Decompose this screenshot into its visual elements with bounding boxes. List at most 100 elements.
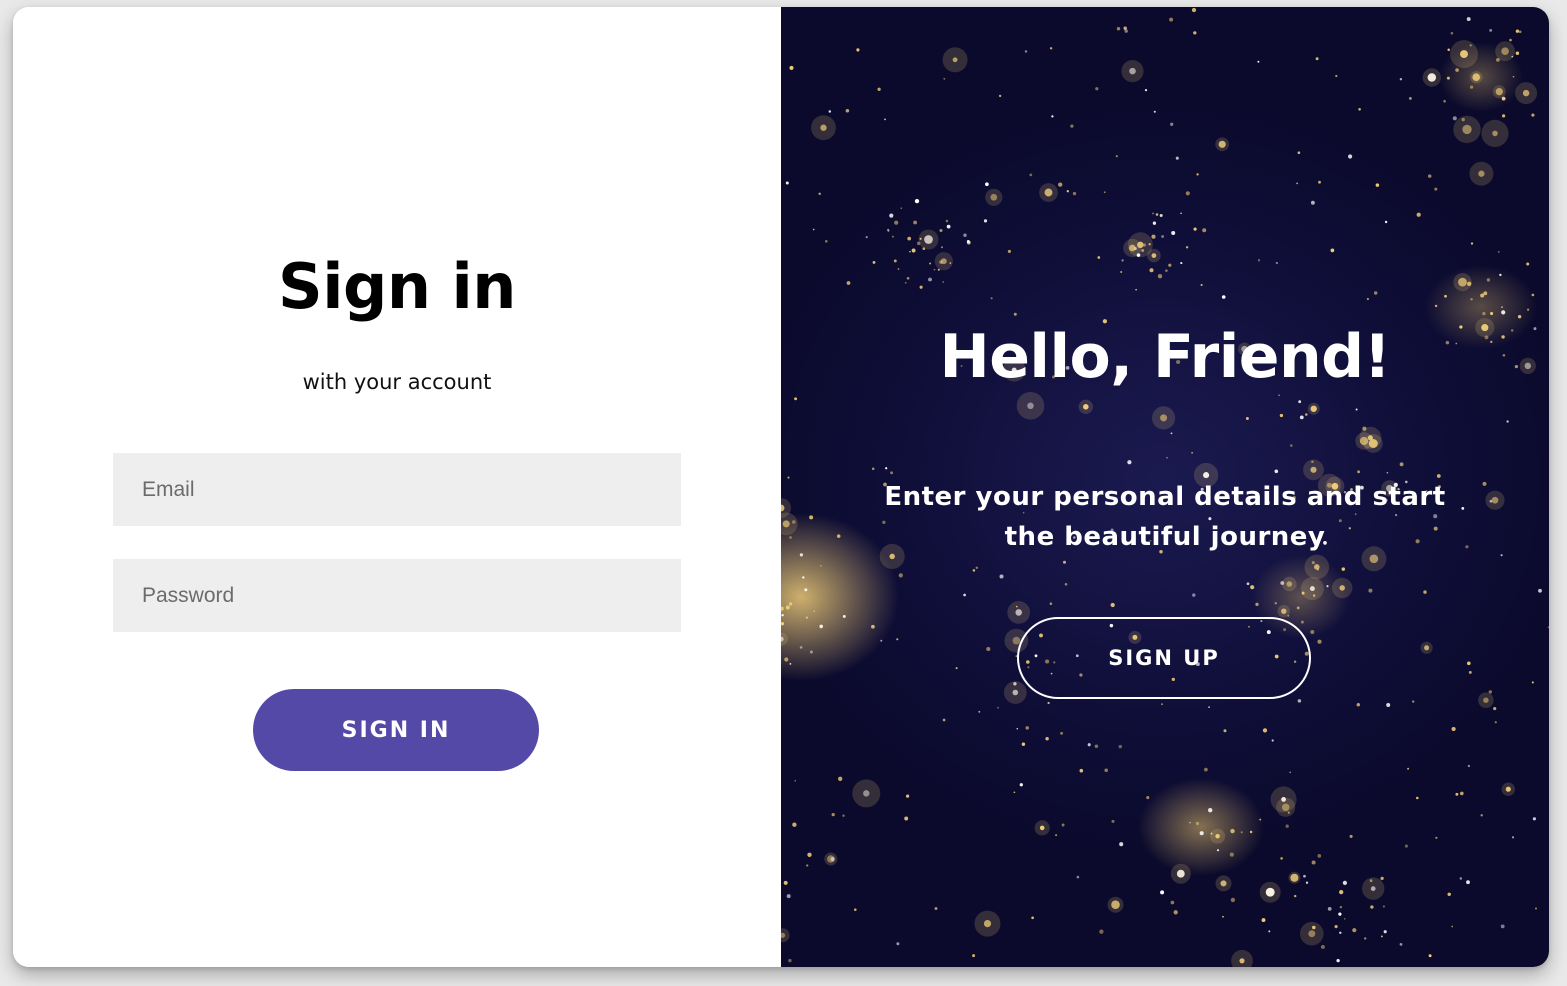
city-light — [1435, 836, 1438, 839]
city-light — [997, 706, 999, 709]
city-light — [1518, 30, 1522, 34]
sign-up-button[interactable]: SIGN UP — [1017, 617, 1311, 699]
city-light — [1310, 200, 1315, 205]
city-light-glow — [781, 512, 798, 536]
city-light — [1246, 582, 1250, 586]
city-light — [792, 822, 797, 827]
welcome-heading: Hello, Friend! — [939, 322, 1391, 392]
city-light — [1193, 31, 1197, 35]
city-light-glow — [1034, 820, 1050, 836]
city-light — [894, 220, 899, 225]
city-light — [904, 281, 907, 284]
city-light — [812, 228, 815, 231]
city-light — [781, 622, 785, 626]
city-light — [906, 276, 910, 280]
city-light — [1095, 87, 1099, 91]
city-light-glow — [1259, 881, 1281, 903]
city-light — [1356, 703, 1360, 707]
city-light-glow — [1501, 782, 1515, 796]
city-light — [1047, 701, 1050, 705]
city-light — [1016, 727, 1019, 730]
email-field[interactable] — [113, 453, 681, 526]
city-light — [1094, 744, 1099, 749]
city-light — [1416, 212, 1421, 217]
city-light — [1141, 249, 1145, 252]
city-light — [1311, 860, 1316, 865]
city-light — [1330, 248, 1335, 253]
city-light — [916, 241, 921, 246]
city-light — [1515, 29, 1520, 33]
city-light — [1315, 57, 1319, 61]
city-light — [1185, 191, 1190, 196]
city-light — [1161, 703, 1163, 706]
city-light — [1245, 417, 1249, 420]
city-light — [1493, 707, 1497, 711]
city-light — [943, 77, 946, 80]
city-light — [1486, 278, 1491, 282]
city-light — [1502, 114, 1506, 118]
city-light — [1531, 113, 1535, 117]
city-light — [819, 564, 822, 567]
city-light-glow — [1300, 921, 1324, 946]
city-light — [1358, 108, 1361, 111]
city-light — [913, 220, 918, 225]
city-light — [1480, 814, 1483, 817]
city-light-glow — [781, 928, 790, 943]
city-light — [1459, 877, 1462, 880]
city-light — [1087, 743, 1091, 747]
city-light — [963, 233, 967, 237]
city-light — [1159, 214, 1163, 217]
city-light-glow — [1007, 601, 1031, 624]
city-light — [1382, 905, 1385, 908]
sign-in-button[interactable]: SIGN IN — [253, 689, 539, 771]
city-light — [1097, 256, 1101, 259]
city-light — [1019, 783, 1023, 787]
city-light — [789, 536, 792, 539]
city-light — [1407, 767, 1410, 770]
city-light — [794, 397, 798, 401]
city-light — [1364, 937, 1367, 940]
city-light — [1259, 818, 1262, 821]
city-light — [1116, 26, 1121, 31]
city-light — [998, 94, 1002, 98]
password-field[interactable] — [113, 559, 681, 632]
auth-card: Sign in with your account SIGN IN Hello,… — [13, 7, 1549, 967]
city-light — [975, 566, 978, 569]
city-light — [1443, 99, 1446, 103]
city-light — [887, 228, 890, 231]
city-light — [1348, 154, 1353, 159]
city-light — [1466, 17, 1471, 22]
city-light — [813, 610, 816, 613]
city-light — [911, 248, 916, 253]
city-light — [922, 247, 926, 250]
city-light — [784, 657, 789, 662]
city-light — [1160, 890, 1165, 895]
city-light — [1375, 183, 1380, 187]
city-light — [1480, 293, 1485, 298]
city-light — [1499, 273, 1502, 277]
city-light — [1191, 7, 1197, 13]
city-light — [1290, 444, 1293, 447]
city-light — [845, 108, 850, 113]
city-light — [904, 816, 909, 821]
city-light — [1099, 929, 1104, 934]
city-light — [1357, 470, 1361, 474]
city-light — [934, 907, 938, 910]
city-light — [1029, 173, 1033, 177]
city-light — [1045, 736, 1049, 741]
city-light — [1165, 269, 1168, 272]
city-light — [1191, 452, 1193, 454]
city-light-glow — [1300, 577, 1324, 601]
city-light — [1185, 246, 1189, 249]
city-light-glow — [1003, 681, 1027, 704]
city-light — [1152, 221, 1157, 225]
city-light — [1423, 590, 1427, 594]
city-light — [856, 48, 860, 52]
city-light — [1455, 68, 1459, 72]
city-light — [893, 259, 897, 263]
city-light-glow — [1276, 797, 1296, 817]
city-light — [1268, 930, 1271, 933]
city-light — [1447, 48, 1450, 51]
city-light — [1451, 925, 1454, 928]
city-light — [1280, 857, 1283, 860]
